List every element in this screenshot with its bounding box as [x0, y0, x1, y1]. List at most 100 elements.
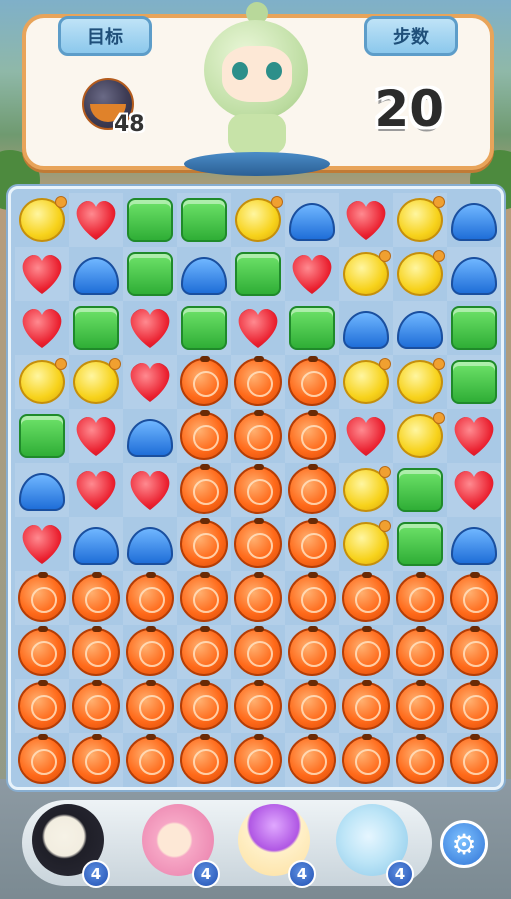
board-cell[interactable]	[285, 733, 339, 787]
board-cell[interactable]	[15, 193, 69, 247]
board-cell[interactable]	[123, 625, 177, 679]
board-cell[interactable]	[339, 679, 393, 733]
board-cell[interactable]	[447, 679, 501, 733]
board-cell[interactable]	[285, 571, 339, 625]
board-cell[interactable]	[393, 355, 447, 409]
board-cell[interactable]	[285, 517, 339, 571]
board-cell[interactable]	[231, 679, 285, 733]
board-cell[interactable]	[69, 301, 123, 355]
board-cell[interactable]	[231, 571, 285, 625]
board-cell[interactable]	[69, 571, 123, 625]
board-cell[interactable]	[69, 625, 123, 679]
board-cell[interactable]	[447, 409, 501, 463]
board-cell[interactable]	[177, 679, 231, 733]
board-cell[interactable]	[447, 355, 501, 409]
board-cell[interactable]	[285, 193, 339, 247]
board-cell[interactable]	[285, 247, 339, 301]
board-cell[interactable]	[231, 193, 285, 247]
board-cell[interactable]	[15, 463, 69, 517]
board-cell[interactable]	[447, 247, 501, 301]
board-cell[interactable]	[69, 247, 123, 301]
board-cell[interactable]	[123, 517, 177, 571]
board-cell[interactable]	[15, 571, 69, 625]
board-cell[interactable]	[285, 355, 339, 409]
board-cell[interactable]	[339, 625, 393, 679]
board-cell[interactable]	[447, 625, 501, 679]
board-cell[interactable]	[177, 355, 231, 409]
board-cell[interactable]	[69, 517, 123, 571]
board-cell[interactable]	[231, 355, 285, 409]
board-cell[interactable]	[123, 301, 177, 355]
board-cell[interactable]	[15, 733, 69, 787]
board-cell[interactable]	[69, 733, 123, 787]
board-cell[interactable]	[69, 679, 123, 733]
board-cell[interactable]	[285, 463, 339, 517]
board-cell[interactable]	[339, 193, 393, 247]
board-cell[interactable]	[69, 409, 123, 463]
board-cell[interactable]	[177, 463, 231, 517]
board-cell[interactable]	[393, 733, 447, 787]
board-cell[interactable]	[123, 679, 177, 733]
board-cell[interactable]	[285, 679, 339, 733]
board-cell[interactable]	[339, 463, 393, 517]
board-cell[interactable]	[231, 247, 285, 301]
board-cell[interactable]	[177, 247, 231, 301]
board-cell[interactable]	[15, 517, 69, 571]
board-cell[interactable]	[177, 625, 231, 679]
board-cell[interactable]	[339, 517, 393, 571]
board-cell[interactable]	[339, 733, 393, 787]
board-cell[interactable]	[231, 409, 285, 463]
board-cell[interactable]	[123, 247, 177, 301]
board-cell[interactable]	[177, 733, 231, 787]
board-cell[interactable]	[447, 517, 501, 571]
board-cell[interactable]	[15, 679, 69, 733]
board-cell[interactable]	[231, 463, 285, 517]
booster-panda[interactable]: 4	[26, 796, 110, 888]
board-cell[interactable]	[231, 625, 285, 679]
board-cell[interactable]	[339, 409, 393, 463]
board-cell[interactable]	[447, 733, 501, 787]
board-cell[interactable]	[285, 409, 339, 463]
board-cell[interactable]	[69, 355, 123, 409]
board-cell[interactable]	[393, 301, 447, 355]
board-cell[interactable]	[177, 301, 231, 355]
board-cell[interactable]	[393, 247, 447, 301]
board-cell[interactable]	[177, 517, 231, 571]
board-cell[interactable]	[15, 301, 69, 355]
board-cell[interactable]	[447, 571, 501, 625]
board-cell[interactable]	[447, 463, 501, 517]
board-cell[interactable]	[339, 355, 393, 409]
board-cell[interactable]	[393, 517, 447, 571]
board-cell[interactable]	[15, 625, 69, 679]
board-cell[interactable]	[447, 301, 501, 355]
board-cell[interactable]	[69, 193, 123, 247]
board-cell[interactable]	[393, 193, 447, 247]
board-cell[interactable]	[123, 733, 177, 787]
booster-blue-bubble[interactable]: 4	[330, 796, 414, 888]
board-cell[interactable]	[15, 355, 69, 409]
board-cell[interactable]	[285, 301, 339, 355]
settings-button[interactable]: ⚙	[440, 820, 488, 868]
board-cell[interactable]	[231, 733, 285, 787]
board-cell[interactable]	[339, 571, 393, 625]
board-cell[interactable]	[123, 409, 177, 463]
board-cell[interactable]	[339, 301, 393, 355]
board-cell[interactable]	[447, 193, 501, 247]
board-cell[interactable]	[15, 247, 69, 301]
board-cell[interactable]	[177, 571, 231, 625]
board-cell[interactable]	[177, 409, 231, 463]
board-cell[interactable]	[123, 193, 177, 247]
board-cell[interactable]	[123, 571, 177, 625]
board-cell[interactable]	[393, 571, 447, 625]
booster-purple-hair[interactable]: 4	[232, 796, 316, 888]
board-cell[interactable]	[393, 409, 447, 463]
booster-pink-girl[interactable]: 4	[136, 796, 220, 888]
board-cell[interactable]	[123, 463, 177, 517]
board-cell[interactable]	[285, 625, 339, 679]
board-cell[interactable]	[231, 517, 285, 571]
board-cell[interactable]	[231, 301, 285, 355]
board-cell[interactable]	[393, 463, 447, 517]
board-cell[interactable]	[393, 625, 447, 679]
board-cell[interactable]	[177, 193, 231, 247]
board-cell[interactable]	[123, 355, 177, 409]
